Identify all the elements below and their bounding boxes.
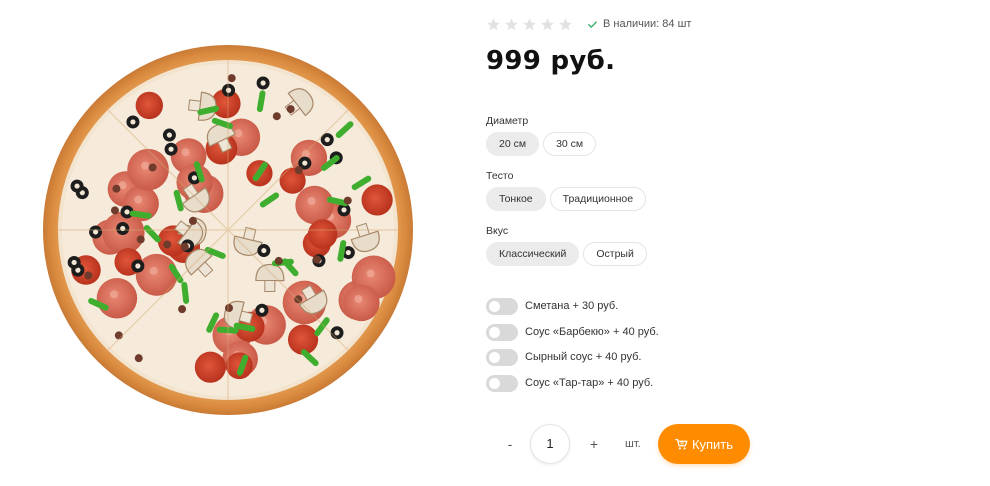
toggle-knob [489, 377, 500, 389]
product-info: В наличии: 84 шт 999 руб. Диаметр 20 см … [486, 0, 966, 486]
pizza-illustration [43, 45, 413, 415]
addon-sour-cream: Сметана + 30 руб. [486, 297, 618, 315]
addon-bbq-sauce: Соус «Барбекю» + 40 руб. [486, 323, 659, 341]
rating-stars[interactable] [486, 17, 573, 32]
diameter-option-20[interactable]: 20 см [486, 132, 540, 156]
toggle-knob [489, 351, 500, 363]
product-price: 999 руб. [486, 46, 616, 76]
star-icon[interactable] [558, 17, 573, 32]
quantity-unit: шт. [625, 438, 641, 450]
addon-label: Соус «Барбекю» + 40 руб. [525, 326, 659, 338]
check-icon [588, 20, 597, 28]
dough-label: Тесто [486, 170, 514, 182]
dough-option-traditional[interactable]: Традиционное [549, 187, 647, 211]
pizza-image [28, 32, 438, 442]
flavor-label: Вкус [486, 225, 509, 237]
toggle-knob [489, 326, 500, 338]
star-icon[interactable] [504, 17, 519, 32]
toggle-knob [489, 300, 500, 312]
availability-text: В наличии: 84 шт [603, 18, 692, 30]
addon-label: Сырный соус + 40 руб. [525, 351, 642, 363]
addon-label: Соус «Тар-тар» + 40 руб. [525, 377, 654, 389]
purchase-row: - 1 + шт. Купить [486, 424, 776, 464]
addon-toggle[interactable] [486, 323, 518, 341]
quantity-decrease-button[interactable]: - [502, 424, 518, 464]
addon-toggle[interactable] [486, 374, 518, 392]
cart-icon [675, 438, 688, 449]
addon-toggle[interactable] [486, 297, 518, 315]
addon-cheese-sauce: Сырный соус + 40 руб. [486, 348, 641, 366]
star-icon[interactable] [540, 17, 555, 32]
flavor-option-classic[interactable]: Классический [486, 242, 580, 266]
diameter-option-30[interactable]: 30 см [543, 132, 597, 156]
quantity-increase-button[interactable]: + [586, 424, 602, 464]
dough-options: Тонкое Традиционное [486, 187, 647, 211]
flavor-options: Классический Острый [486, 242, 647, 266]
rating-row: В наличии: 84 шт [486, 16, 691, 32]
addon-toggle[interactable] [486, 348, 518, 366]
dough-option-thin[interactable]: Тонкое [486, 187, 546, 211]
quantity-input[interactable]: 1 [530, 424, 570, 464]
buy-button-label: Купить [691, 436, 734, 452]
addon-label: Сметана + 30 руб. [525, 300, 619, 312]
buy-button[interactable]: Купить [658, 424, 750, 464]
diameter-options: 20 см 30 см [486, 132, 597, 156]
availability-status: В наличии: 84 шт [587, 18, 691, 30]
star-icon[interactable] [486, 17, 501, 32]
addon-tartar-sauce: Соус «Тар-тар» + 40 руб. [486, 374, 653, 392]
star-icon[interactable] [522, 17, 537, 32]
diameter-label: Диаметр [486, 115, 529, 127]
flavor-option-spicy[interactable]: Острый [583, 242, 647, 266]
